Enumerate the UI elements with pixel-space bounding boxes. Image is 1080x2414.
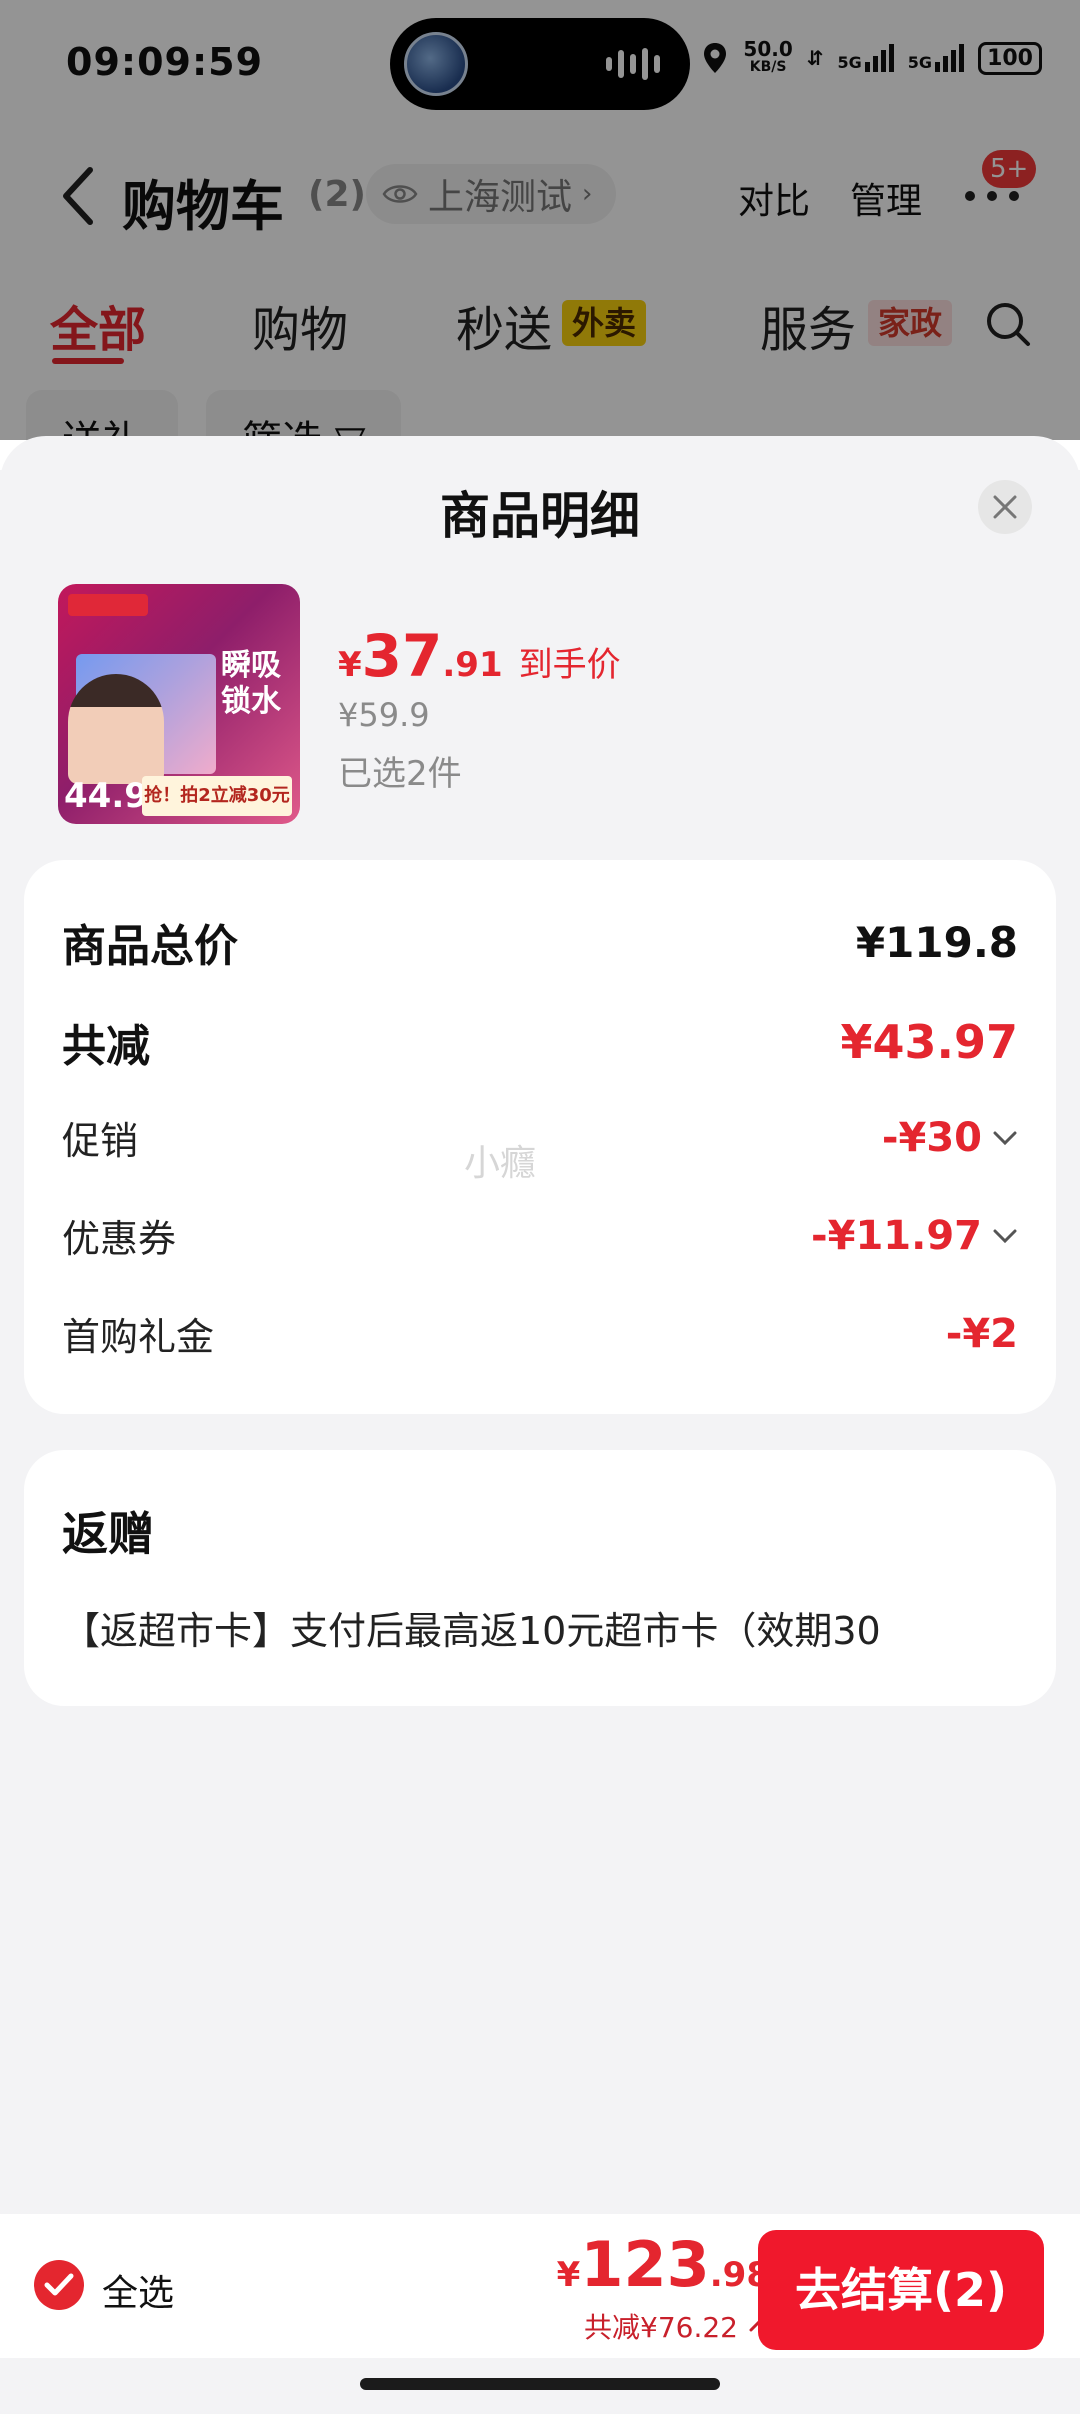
- gift-card: 返赠 【返超市卡】支付后最高返10元超市卡（效期30: [24, 1450, 1056, 1706]
- final-price-label: 到手价: [518, 645, 621, 685]
- modal-overlay[interactable]: [0, 0, 1080, 440]
- row-coupon[interactable]: 优惠券 -¥11.97: [62, 1208, 1018, 1263]
- total-value: ¥119.8: [855, 917, 1018, 967]
- select-all-checkbox[interactable]: [34, 2260, 84, 2310]
- row-promotion[interactable]: 促销 -¥30: [62, 1110, 1018, 1165]
- home-indicator[interactable]: [360, 2378, 720, 2390]
- price-breakdown-card: 商品总价 ¥119.8 共减 ¥43.97 促销 -¥30 小癮 优惠券 -¥1…: [24, 860, 1056, 1414]
- gift-title: 返赠: [62, 1507, 154, 1561]
- chevron-down-icon: [993, 1131, 1017, 1145]
- product-image[interactable]: 瞬吸锁水 44.9 抢！拍2立减30元: [58, 584, 300, 824]
- original-price: ¥59.9: [338, 696, 430, 734]
- select-all-label[interactable]: 全选: [102, 2264, 174, 2316]
- close-button[interactable]: [978, 480, 1032, 534]
- checkout-bar: 全选 ¥ 123 .98 共减¥76.22 去结算(2): [0, 2214, 1080, 2358]
- product-image-slogan: 瞬吸锁水: [221, 648, 281, 719]
- gift-description: 【返超市卡】支付后最高返10元超市卡（效期30: [62, 1609, 881, 1653]
- selected-quantity: 已选2件: [338, 754, 462, 794]
- model-image: [68, 674, 164, 784]
- brand-logo: [68, 594, 148, 616]
- chevron-down-icon: [993, 1229, 1017, 1243]
- discount-label: 共减: [62, 1021, 150, 1072]
- row-discount: 共减 ¥43.97: [62, 1010, 1018, 1074]
- coupon-label: 优惠券: [62, 1217, 177, 1261]
- row-total: 商品总价 ¥119.8: [62, 910, 1018, 974]
- sheet-title: 商品明细: [440, 487, 640, 545]
- watermark: 小癮: [464, 1143, 537, 1184]
- product-summary: 瞬吸锁水 44.9 抢！拍2立减30元 ¥ 37 .91 到手价 ¥59.9 已…: [58, 584, 1058, 824]
- product-image-price: 44.9: [64, 776, 148, 816]
- total-label: 商品总价: [62, 921, 238, 972]
- coupon-value: -¥11.97: [811, 1212, 982, 1259]
- product-detail-sheet: 商品明细 瞬吸锁水 44.9 抢！拍2立减30元 ¥ 37 .91 到手价 ¥5…: [0, 436, 1080, 2414]
- row-first-gift: 首购礼金 -¥2: [62, 1306, 1018, 1361]
- promotion-value: -¥30: [881, 1114, 982, 1161]
- close-icon: [993, 495, 1017, 519]
- discount-value: ¥43.97: [840, 1015, 1018, 1069]
- total-price: ¥ 123 .98: [556, 2228, 770, 2301]
- first-gift-label: 首购礼金: [62, 1315, 215, 1359]
- promotion-label: 促销: [62, 1119, 139, 1163]
- check-icon: [44, 2273, 74, 2296]
- saved-amount[interactable]: 共减¥76.22: [584, 2306, 770, 2346]
- final-price: ¥ 37 .91 到手价: [338, 622, 621, 690]
- checkout-button[interactable]: 去结算(2): [758, 2230, 1044, 2350]
- first-gift-value: -¥2: [945, 1310, 1018, 1357]
- product-image-promo: 抢！拍2立减30元: [142, 776, 292, 816]
